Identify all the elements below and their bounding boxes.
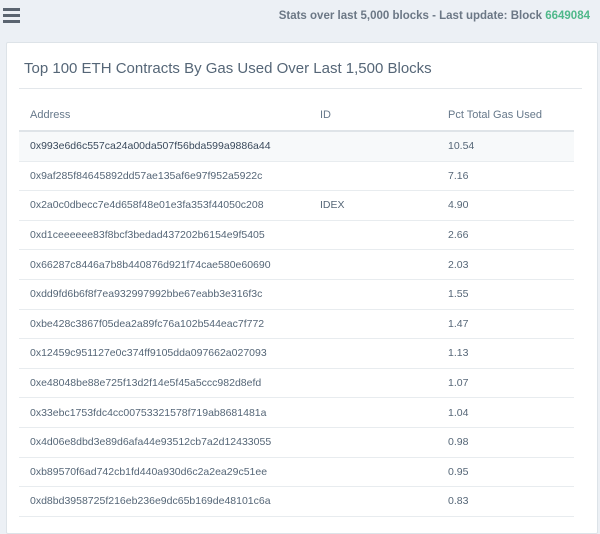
cell-address[interactable]: 0xd8bd3958725f216eb236e9dc65b169de48101c… — [19, 486, 309, 517]
cell-id — [309, 486, 437, 517]
hamburger-menu-icon[interactable] — [3, 8, 23, 26]
stats-text: Stats over last 5,000 blocks - Last upda… — [278, 10, 546, 22]
cell-pct: 0.95 — [437, 457, 574, 488]
table-row[interactable]: 0xd1ceeeeee83f8bcf3bedad437202b6154e9f54… — [19, 220, 574, 251]
cell-pct: 4.90 — [437, 190, 574, 221]
cell-id — [309, 220, 437, 251]
cell-pct: 1.13 — [437, 338, 574, 369]
cell-pct: 10.54 — [437, 131, 574, 162]
cell-address[interactable]: 0xb89570f6ad742cb1fd440a930d6c2a2ea29c51… — [19, 457, 309, 488]
column-header-id[interactable]: ID — [309, 100, 437, 132]
table-row[interactable]: 0x9af285f84645892dd57ae135af6e97f952a592… — [19, 161, 574, 192]
card-title: Top 100 ETH Contracts By Gas Used Over L… — [24, 60, 432, 77]
cell-id — [309, 309, 437, 340]
table-row[interactable]: 0x66287c8446a7b8b440876d921f74cae580e606… — [19, 249, 574, 280]
column-header-address[interactable]: Address — [19, 100, 309, 132]
cell-id — [309, 161, 437, 192]
cell-id: IDEX — [309, 190, 437, 221]
contracts-card: Top 100 ETH Contracts By Gas Used Over L… — [6, 42, 598, 534]
block-number[interactable]: 6649084 — [545, 10, 590, 22]
cell-pct: 1.07 — [437, 368, 574, 399]
cell-address[interactable]: 0xbe428c3867f05dea2a89fc76a102b544eac7f7… — [19, 309, 309, 340]
cell-address[interactable]: 0x2a0c0dbecc7e4d658f48e01e3fa353f44050c2… — [19, 190, 309, 221]
cell-pct: 2.66 — [437, 220, 574, 251]
cell-pct: 1.47 — [437, 309, 574, 340]
cell-address[interactable]: 0x9af285f84645892dd57ae135af6e97f952a592… — [19, 161, 309, 192]
table-row[interactable]: 0xdd9fd6b6f8f7ea932997992bbe67eabb3e316f… — [19, 279, 574, 310]
contracts-table: Address ID Pct Total Gas Used 0x993e6d6c… — [19, 100, 574, 517]
cell-id — [309, 457, 437, 488]
cell-address[interactable]: 0x4d06e8dbd3e89d6afa44e93512cb7a2d124330… — [19, 427, 309, 458]
cell-address[interactable]: 0xdd9fd6b6f8f7ea932997992bbe67eabb3e316f… — [19, 279, 309, 310]
table-row[interactable]: 0x12459c951127e0c374ff9105dda097662a0270… — [19, 338, 574, 369]
cell-address[interactable]: 0x33ebc1753fdc4cc00753321578f719ab868148… — [19, 397, 309, 428]
table-row[interactable]: 0x993e6d6c557ca24a00da507f56bda599a9886a… — [19, 131, 574, 162]
cell-id — [309, 338, 437, 369]
table-row[interactable]: 0x33ebc1753fdc4cc00753321578f719ab868148… — [19, 397, 574, 428]
cell-address[interactable]: 0x66287c8446a7b8b440876d921f74cae580e606… — [19, 249, 309, 280]
table-row[interactable]: 0xe48048be88e725f13d2f14e5f45a5ccc982d8e… — [19, 368, 574, 399]
cell-pct: 1.55 — [437, 279, 574, 310]
table-row[interactable]: 0xbe428c3867f05dea2a89fc76a102b544eac7f7… — [19, 309, 574, 340]
table-row[interactable]: 0xb89570f6ad742cb1fd440a930d6c2a2ea29c51… — [19, 457, 574, 488]
cell-address[interactable]: 0xe48048be88e725f13d2f14e5f45a5ccc982d8e… — [19, 368, 309, 399]
table-row[interactable]: 0x4d06e8dbd3e89d6afa44e93512cb7a2d124330… — [19, 427, 574, 458]
cell-address[interactable]: 0xd1ceeeeee83f8bcf3bedad437202b6154e9f54… — [19, 220, 309, 251]
cell-pct: 0.83 — [437, 486, 574, 517]
cell-id — [309, 249, 437, 280]
column-header-pct[interactable]: Pct Total Gas Used — [437, 100, 574, 132]
cell-pct: 7.16 — [437, 161, 574, 192]
stats-summary: Stats over last 5,000 blocks - Last upda… — [279, 10, 590, 22]
cell-address[interactable]: 0x993e6d6c557ca24a00da507f56bda599a9886a… — [19, 131, 309, 162]
top-bar: Stats over last 5,000 blocks - Last upda… — [0, 0, 600, 36]
cell-pct: 1.04 — [437, 397, 574, 428]
table-header-row: Address ID Pct Total Gas Used — [19, 100, 574, 132]
title-divider — [19, 88, 582, 89]
cell-id — [309, 397, 437, 428]
cell-address[interactable]: 0x12459c951127e0c374ff9105dda097662a0270… — [19, 338, 309, 369]
cell-id — [309, 427, 437, 458]
table-row[interactable]: 0xd8bd3958725f216eb236e9dc65b169de48101c… — [19, 486, 574, 517]
table-row[interactable]: 0x2a0c0dbecc7e4d658f48e01e3fa353f44050c2… — [19, 190, 574, 221]
cell-pct: 0.98 — [437, 427, 574, 458]
cell-id — [309, 131, 437, 162]
cell-id — [309, 279, 437, 310]
cell-pct: 2.03 — [437, 249, 574, 280]
cell-id — [309, 368, 437, 399]
